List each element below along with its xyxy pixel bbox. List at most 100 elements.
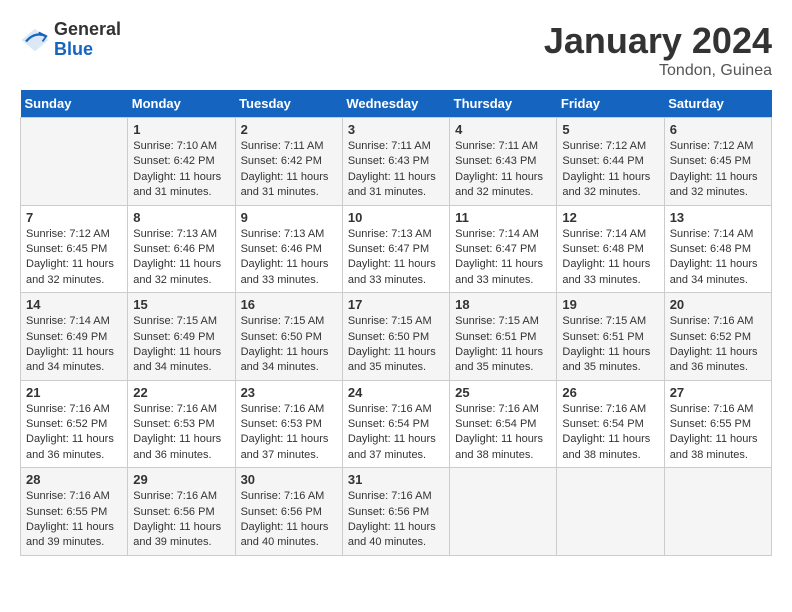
day-info-line: Sunset: 6:53 PM bbox=[133, 417, 229, 432]
day-number: 4 bbox=[455, 122, 551, 137]
calendar-cell: 30 Sunrise: 7:16 AMSunset: 6:56 PMDayligh… bbox=[235, 468, 342, 556]
day-info-line: Daylight: 11 hours and 33 minutes. bbox=[348, 257, 444, 288]
day-info-line: Daylight: 11 hours and 40 minutes. bbox=[241, 520, 337, 551]
weekday-header-cell: Monday bbox=[128, 90, 235, 118]
day-info-line: Daylight: 11 hours and 38 minutes. bbox=[670, 432, 766, 463]
day-info-line: Sunrise: 7:13 AM bbox=[348, 227, 444, 242]
day-info-line: Daylight: 11 hours and 32 minutes. bbox=[455, 170, 551, 201]
day-info-line: Daylight: 11 hours and 34 minutes. bbox=[26, 345, 122, 376]
title-block: January 2024 Tondon, Guinea bbox=[544, 20, 772, 80]
calendar-cell: 25Sunrise: 7:16 AMSunset: 6:54 PMDayligh… bbox=[450, 380, 557, 468]
day-info-line: Daylight: 11 hours and 36 minutes. bbox=[133, 432, 229, 463]
day-info-line: Sunrise: 7:14 AM bbox=[562, 227, 658, 242]
weekday-header-cell: Friday bbox=[557, 90, 664, 118]
calendar-cell bbox=[21, 118, 128, 206]
day-info-line: Sunrise: 7:16 AM bbox=[26, 489, 122, 504]
day-info-line: Sunset: 6:53 PM bbox=[241, 417, 337, 432]
calendar-cell: 15Sunrise: 7:15 AMSunset: 6:49 PMDayligh… bbox=[128, 293, 235, 381]
day-info-line: Sunset: 6:51 PM bbox=[562, 330, 658, 345]
calendar-cell: 18Sunrise: 7:15 AMSunset: 6:51 PMDayligh… bbox=[450, 293, 557, 381]
day-info-line: Sunset: 6:49 PM bbox=[26, 330, 122, 345]
day-info-line: Sunset: 6:47 PM bbox=[455, 242, 551, 257]
calendar-cell: 4Sunrise: 7:11 AMSunset: 6:43 PMDaylight… bbox=[450, 118, 557, 206]
day-info-line: Daylight: 11 hours and 38 minutes. bbox=[562, 432, 658, 463]
day-number: 20 bbox=[670, 297, 766, 312]
day-number: 17 bbox=[348, 297, 444, 312]
calendar-cell: 27Sunrise: 7:16 AMSunset: 6:55 PMDayligh… bbox=[664, 380, 771, 468]
day-info-line: Sunrise: 7:16 AM bbox=[348, 489, 444, 504]
day-info-line: Daylight: 11 hours and 40 minutes. bbox=[348, 520, 444, 551]
day-number: 30 bbox=[241, 472, 337, 487]
weekday-header-cell: Wednesday bbox=[342, 90, 449, 118]
calendar-cell: 9Sunrise: 7:13 AMSunset: 6:46 PMDaylight… bbox=[235, 205, 342, 293]
day-info-line: Sunrise: 7:15 AM bbox=[133, 314, 229, 329]
day-info-line: Sunrise: 7:14 AM bbox=[455, 227, 551, 242]
calendar-cell: 12Sunrise: 7:14 AMSunset: 6:48 PMDayligh… bbox=[557, 205, 664, 293]
day-info-line: Daylight: 11 hours and 35 minutes. bbox=[348, 345, 444, 376]
day-info-line: Sunrise: 7:12 AM bbox=[670, 139, 766, 154]
calendar-cell: 24Sunrise: 7:16 AMSunset: 6:54 PMDayligh… bbox=[342, 380, 449, 468]
day-info-line: Sunset: 6:55 PM bbox=[26, 505, 122, 520]
day-info-line: Sunrise: 7:16 AM bbox=[562, 402, 658, 417]
day-info-line: Daylight: 11 hours and 34 minutes. bbox=[670, 257, 766, 288]
calendar-week-row: 14Sunrise: 7:14 AMSunset: 6:49 PMDayligh… bbox=[21, 293, 772, 381]
weekday-header-row: SundayMondayTuesdayWednesdayThursdayFrid… bbox=[21, 90, 772, 118]
month-title: January 2024 bbox=[544, 20, 772, 62]
day-info-line: Sunrise: 7:16 AM bbox=[133, 402, 229, 417]
day-number: 28 bbox=[26, 472, 122, 487]
day-info-line: Sunrise: 7:16 AM bbox=[241, 489, 337, 504]
day-info-line: Sunset: 6:45 PM bbox=[26, 242, 122, 257]
calendar-cell: 29Sunrise: 7:16 AMSunset: 6:56 PMDayligh… bbox=[128, 468, 235, 556]
day-info-line: Sunset: 6:48 PM bbox=[562, 242, 658, 257]
day-info-line: Sunrise: 7:16 AM bbox=[455, 402, 551, 417]
calendar-cell: 2Sunrise: 7:11 AMSunset: 6:42 PMDaylight… bbox=[235, 118, 342, 206]
day-info-line: Sunrise: 7:16 AM bbox=[26, 402, 122, 417]
day-info-line: Sunrise: 7:16 AM bbox=[348, 402, 444, 417]
day-info-line: Sunset: 6:52 PM bbox=[26, 417, 122, 432]
day-number: 23 bbox=[241, 385, 337, 400]
calendar-week-row: 21Sunrise: 7:16 AMSunset: 6:52 PMDayligh… bbox=[21, 380, 772, 468]
day-info-line: Sunset: 6:47 PM bbox=[348, 242, 444, 257]
calendar-cell: 1Sunrise: 7:10 AMSunset: 6:42 PMDaylight… bbox=[128, 118, 235, 206]
day-info-line: Sunrise: 7:15 AM bbox=[241, 314, 337, 329]
day-info-line: Daylight: 11 hours and 32 minutes. bbox=[133, 257, 229, 288]
day-info-line: Sunrise: 7:14 AM bbox=[26, 314, 122, 329]
day-info-line: Sunset: 6:42 PM bbox=[241, 154, 337, 169]
calendar-cell: 19Sunrise: 7:15 AMSunset: 6:51 PMDayligh… bbox=[557, 293, 664, 381]
calendar-cell: 14Sunrise: 7:14 AMSunset: 6:49 PMDayligh… bbox=[21, 293, 128, 381]
calendar-cell: 5Sunrise: 7:12 AMSunset: 6:44 PMDaylight… bbox=[557, 118, 664, 206]
day-info-line: Daylight: 11 hours and 37 minutes. bbox=[241, 432, 337, 463]
calendar-table: SundayMondayTuesdayWednesdayThursdayFrid… bbox=[20, 90, 772, 556]
location: Tondon, Guinea bbox=[544, 62, 772, 80]
day-number: 25 bbox=[455, 385, 551, 400]
day-number: 15 bbox=[133, 297, 229, 312]
day-info-line: Sunset: 6:56 PM bbox=[241, 505, 337, 520]
day-info-line: Sunset: 6:56 PM bbox=[133, 505, 229, 520]
day-number: 2 bbox=[241, 122, 337, 137]
day-info-line: Sunrise: 7:11 AM bbox=[241, 139, 337, 154]
day-number: 26 bbox=[562, 385, 658, 400]
calendar-cell: 20Sunrise: 7:16 AMSunset: 6:52 PMDayligh… bbox=[664, 293, 771, 381]
weekday-header-cell: Tuesday bbox=[235, 90, 342, 118]
day-info-line: Sunrise: 7:12 AM bbox=[562, 139, 658, 154]
calendar-cell: 31Sunrise: 7:16 AMSunset: 6:56 PMDayligh… bbox=[342, 468, 449, 556]
day-info-line: Sunset: 6:51 PM bbox=[455, 330, 551, 345]
day-info-line: Sunset: 6:45 PM bbox=[670, 154, 766, 169]
day-info-line: Daylight: 11 hours and 31 minutes. bbox=[133, 170, 229, 201]
day-info-line: Daylight: 11 hours and 34 minutes. bbox=[133, 345, 229, 376]
day-info-line: Daylight: 11 hours and 32 minutes. bbox=[562, 170, 658, 201]
day-number: 13 bbox=[670, 210, 766, 225]
weekday-header-cell: Sunday bbox=[21, 90, 128, 118]
calendar-cell: 10Sunrise: 7:13 AMSunset: 6:47 PMDayligh… bbox=[342, 205, 449, 293]
day-info-line: Daylight: 11 hours and 37 minutes. bbox=[348, 432, 444, 463]
logo-icon bbox=[20, 25, 50, 55]
day-info-line: Sunrise: 7:16 AM bbox=[670, 402, 766, 417]
calendar-cell: 26Sunrise: 7:16 AMSunset: 6:54 PMDayligh… bbox=[557, 380, 664, 468]
day-info-line: Sunrise: 7:16 AM bbox=[241, 402, 337, 417]
day-info-line: Sunset: 6:46 PM bbox=[133, 242, 229, 257]
day-info-line: Daylight: 11 hours and 32 minutes. bbox=[670, 170, 766, 201]
calendar-cell bbox=[664, 468, 771, 556]
day-info-line: Sunrise: 7:11 AM bbox=[348, 139, 444, 154]
calendar-cell: 28Sunrise: 7:16 AMSunset: 6:55 PMDayligh… bbox=[21, 468, 128, 556]
day-info-line: Sunrise: 7:16 AM bbox=[670, 314, 766, 329]
